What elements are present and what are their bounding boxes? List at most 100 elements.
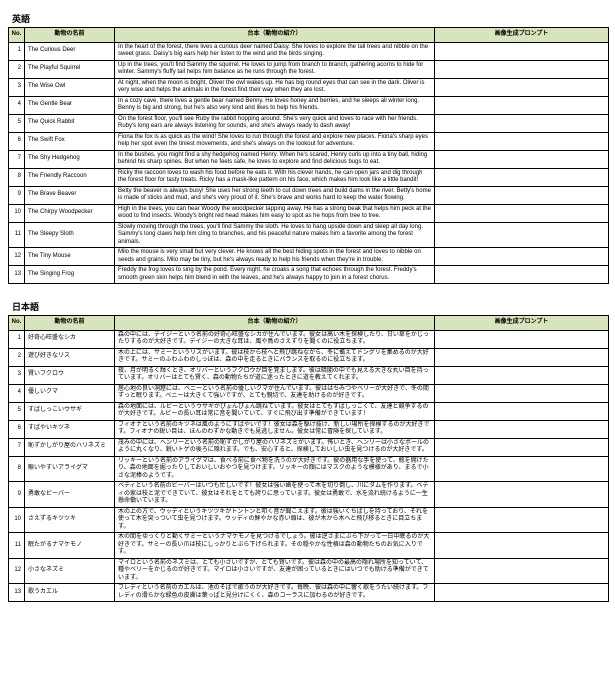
cell-prompt [435,266,609,284]
cell-name: The Playful Squirrel [25,60,115,78]
cell-name: 小さなネズミ [25,558,115,584]
cell-prompt [435,348,609,366]
table-row: 6すばやいキツネフィオナという名前のキツネは風のようにすばやいです！彼女は森を駆… [9,420,609,438]
col-name: 動物の名前 [25,28,115,43]
cell-name: 好奇心旺盛なシカ [25,330,115,348]
cell-prompt [435,204,609,222]
cell-prompt [435,132,609,150]
cell-prompt [435,584,609,602]
cell-prompt [435,533,609,559]
cell-name: The Brave Beaver [25,186,115,204]
table-row: 3賢いフクロウ夜、月が明るく輝くとき、オリバーというフクロウが目を覚まします。彼… [9,366,609,384]
cell-no: 8 [9,456,25,482]
cell-no: 13 [9,584,25,602]
japanese-table: No. 動物の名前 台本（動物の紹介） 画像生成プロンプト 1好奇心旺盛なシカ森… [8,315,609,602]
cell-no: 3 [9,78,25,96]
cell-desc: 茂みの中には、ヘンリーという名前の恥ずかしがり屋のハリネズミがいます。怖いとき、… [115,438,435,456]
cell-name: The Wise Owl [25,78,115,96]
cell-desc: 夜、月が明るく輝くとき、オリバーというフクロウが目を覚まします。彼は暗闇の中でも… [115,366,435,384]
cell-desc: In a cozy cave, there lives a gentle bea… [115,96,435,114]
cell-prompt [435,507,609,533]
cell-name: 賢いフクロウ [25,366,115,384]
col-prompt: 画像生成プロンプト [435,28,609,43]
cell-prompt [435,402,609,420]
col-no: No. [9,316,25,331]
cell-prompt [435,42,609,60]
table-row: 10The Chirpy WoodpeckerHigh in the trees… [9,204,609,222]
cell-no: 2 [9,60,25,78]
table-row: 12The Tiny MouseMilo the mouse is very s… [9,248,609,266]
cell-no: 11 [9,222,25,248]
cell-name: The Tiny Mouse [25,248,115,266]
col-script: 台本（動物の紹介） [115,316,435,331]
cell-desc: Betty the beaver is always busy! She use… [115,186,435,204]
cell-prompt [435,186,609,204]
cell-desc: On the forest floor, you'll see Ruby the… [115,114,435,132]
table-header-row: No. 動物の名前 台本（動物の紹介） 画像生成プロンプト [9,316,609,331]
cell-no: 1 [9,330,25,348]
cell-no: 5 [9,402,25,420]
cell-prompt [435,330,609,348]
cell-prompt [435,366,609,384]
cell-name: The Chirpy Woodpecker [25,204,115,222]
cell-prompt [435,150,609,168]
cell-desc: Slowly moving through the trees, you'll … [115,222,435,248]
cell-prompt [435,114,609,132]
cell-name: さえずるキツツキ [25,507,115,533]
table-header-row: No. 動物の名前 台本（動物の紹介） 画像生成プロンプト [9,28,609,43]
cell-desc: フレディという名前のカエルは、池のそばで歌うのが大好きです。毎晩、彼は森の中に響… [115,584,435,602]
table-row: 13The Singing FrogFreddy the frog loves … [9,266,609,284]
cell-name: 賑いやすいアライグマ [25,456,115,482]
table-row: 10さえずるキツツキ木の上の方で、ウッディというキツツキがトントンと叩く音が聞こ… [9,507,609,533]
cell-prompt [435,438,609,456]
cell-no: 2 [9,348,25,366]
cell-desc: リッキーという名前のアライグマは、食べる前に食べ物を洗うのが大好きです。彼の器用… [115,456,435,482]
cell-desc: At night, when the moon is bright, Olive… [115,78,435,96]
col-prompt: 画像生成プロンプト [435,316,609,331]
table-row: 12小さなネズミマイロという名前のネズミは、とても小さいですが、とても賢いです。… [9,558,609,584]
cell-desc: Up in the trees, you'll find Sammy the s… [115,60,435,78]
cell-name: The Sleepy Sloth [25,222,115,248]
cell-no: 6 [9,132,25,150]
cell-prompt [435,96,609,114]
cell-name: The Quick Rabbit [25,114,115,132]
cell-no: 5 [9,114,25,132]
cell-name: The Singing Frog [25,266,115,284]
table-row: 5すばしっこいウサギ森の地面には、ルビーというウサギがぴょんぴょん跳ねています。… [9,402,609,420]
cell-desc: Fiona the fox is as quick as the wind! S… [115,132,435,150]
cell-no: 12 [9,248,25,266]
table-row: 1The Curious DeerIn the heart of the for… [9,42,609,60]
cell-name: The Curious Deer [25,42,115,60]
cell-name: The Gentle Bear [25,96,115,114]
cell-desc: High in the trees, you can hear Woody th… [115,204,435,222]
section-label-english: 英語 [12,12,607,25]
cell-prompt [435,384,609,402]
cell-no: 11 [9,533,25,559]
cell-desc: ベティという名前のビーバーはいつも忙しいです！彼女は強い歯を使って木を切り倒し、… [115,482,435,508]
cell-no: 9 [9,482,25,508]
cell-desc: Freddy the frog loves to sing by the pon… [115,266,435,284]
cell-no: 1 [9,42,25,60]
cell-no: 4 [9,384,25,402]
cell-name: 優しいクマ [25,384,115,402]
table-row: 7恥ずかしがり屋のハリネズミ茂みの中には、ヘンリーという名前の恥ずかしがり屋のハ… [9,438,609,456]
cell-desc: 木の上の方で、ウッディというキツツキがトントンと叩く音が聞こえます。彼は強いくち… [115,507,435,533]
cell-no: 10 [9,507,25,533]
cell-name: The Friendly Raccoon [25,168,115,186]
english-table: No. 動物の名前 台本（動物の紹介） 画像生成プロンプト 1The Curio… [8,27,609,284]
cell-desc: フィオナという名前のキツネは風のようにすばやいです！彼女は森を駆け抜け、新しい場… [115,420,435,438]
col-name: 動物の名前 [25,316,115,331]
cell-desc: Milo the mouse is very small but very cl… [115,248,435,266]
cell-prompt [435,558,609,584]
cell-no: 12 [9,558,25,584]
cell-name: すばやいキツネ [25,420,115,438]
cell-no: 4 [9,96,25,114]
cell-prompt [435,248,609,266]
cell-no: 7 [9,150,25,168]
cell-name: 恥ずかしがり屋のハリネズミ [25,438,115,456]
cell-name: The Shy Hedgehog [25,150,115,168]
cell-no: 9 [9,186,25,204]
table-row: 13歌うカエルフレディという名前のカエルは、池のそばで歌うのが大好きです。毎晩、… [9,584,609,602]
table-row: 7The Shy HedgehogIn the bushes, you migh… [9,150,609,168]
table-row: 9The Brave BeaverBetty the beaver is alw… [9,186,609,204]
